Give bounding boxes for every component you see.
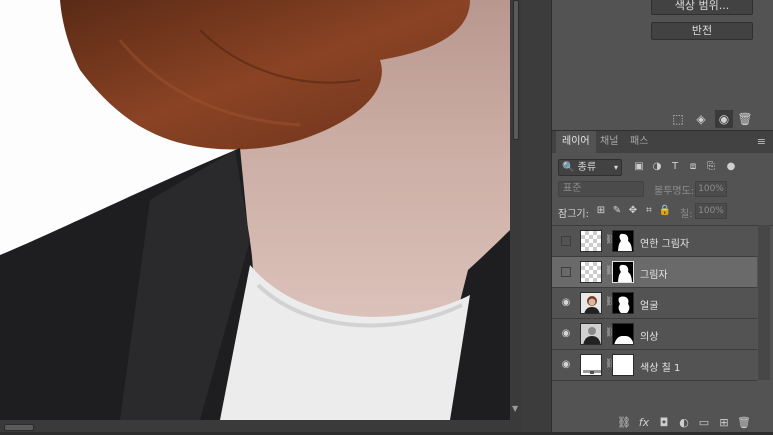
blend-row: 표준 불투명도: 100% [552,181,773,198]
tab-layers[interactable]: 레이어 [556,131,596,153]
right-panel: 색상 범위... 반전 ⬚ ◈ ◉ 🗑 레이어 채널 패스 ≡ 🔍 종류 ▾ ▣… [551,0,773,435]
folder-icon[interactable]: ▭ [696,415,712,431]
panel-tabs: 레이어 채널 패스 ≡ [552,131,773,153]
fill-input[interactable]: 100% [695,203,727,219]
layer-thumbnail [580,230,602,252]
invert-button[interactable]: 반전 [651,22,753,40]
opacity-input[interactable]: 100% [695,181,727,197]
layer-filter-row: 🔍 종류 ▾ ▣ ◑ T ⧈ ⎘ ● [552,159,773,177]
add-mask-icon[interactable]: ◘ [656,415,672,431]
layer-name: 연한 그림자 [640,239,690,250]
layer-thumbnail [580,261,602,283]
layer-row[interactable]: ◉ ⛓ 얼굴 [552,288,757,319]
trash-icon[interactable]: 🗑 [736,415,752,431]
mask-thumbnail[interactable] [612,292,634,314]
eye-icon[interactable]: ◉ [559,357,573,373]
eye-icon[interactable]: ◉ [559,326,573,342]
tab-paths[interactable]: 패스 [624,131,654,153]
lock-label: 잠그기: [558,209,589,220]
mask-thumbnail[interactable] [612,261,634,283]
filter-toggle-icon[interactable]: ● [724,160,738,174]
layer-thumbnail [580,354,602,376]
lock-transparent-icon[interactable]: ⊞ [594,204,608,218]
layer-list: ⛓ 연한 그림자 ⛓ 그림자 ◉ ⛓ 얼굴 ◉ ⛓ 의상 ◉ ⛓ 색상 칠 1 [552,225,773,381]
visibility-toggle[interactable] [559,233,573,249]
eye-icon[interactable]: ◉ [559,295,573,311]
lock-artboard-icon[interactable]: ⌗ [642,204,656,218]
visibility-toggle[interactable] [559,264,573,280]
filter-kind-value: 종류 [577,162,597,173]
layer-name: 색상 칠 1 [640,363,681,374]
adjustment-layer-icon[interactable]: ◐ [676,415,692,431]
blend-mode-select[interactable]: 표준 [558,181,644,197]
fill-label: 칠: [680,209,693,220]
canvas-vertical-scrollbar[interactable]: ▼ [510,0,522,420]
trash-icon[interactable]: 🗑 [736,110,754,128]
layer-row[interactable]: ⛓ 그림자 [552,257,757,288]
scrollbar-thumb[interactable] [4,424,34,431]
layer-list-scrollbar[interactable] [758,225,770,380]
tab-channels[interactable]: 채널 [594,131,624,153]
filter-kind-select[interactable]: 🔍 종류 ▾ [558,159,622,176]
smart-object-filter-icon[interactable]: ⎘ [704,160,718,174]
layer-thumbnail [580,323,602,345]
load-selection-icon[interactable]: ⬚ [669,110,687,128]
mask-thumbnail[interactable] [612,354,634,376]
color-range-button[interactable]: 색상 범위... [651,0,753,15]
layer-name: 얼굴 [640,301,659,312]
mask-tools-row: ⬚ ◈ ◉ 🗑 [552,110,773,128]
layers-bottom-bar: ⛓ fx ◘ ◐ ▭ ⊞ 🗑 [552,415,773,433]
layer-name: 그림자 [640,270,668,281]
fx-icon[interactable]: fx [636,415,652,431]
layer-row[interactable]: ◉ ⛓ 색상 칠 1 [552,350,757,381]
lock-row: 잠그기: ⊞ ✎ ✥ ⌗ 🔒 칠: 100% [552,203,773,221]
lock-position-icon[interactable]: ✥ [626,204,640,218]
layer-row[interactable]: ◉ ⛓ 의상 [552,319,757,350]
scrollbar-thumb[interactable] [513,0,519,140]
new-layer-icon[interactable]: ⊞ [716,415,732,431]
mask-thumbnail[interactable] [612,323,634,345]
chevron-down-icon: ▾ [613,163,618,172]
document-canvas[interactable] [0,0,510,420]
layer-name: 의상 [640,332,659,343]
mask-thumbnail[interactable] [612,230,634,252]
layers-panel: 레이어 채널 패스 ≡ 🔍 종류 ▾ ▣ ◑ T ⧈ ⎘ ● 표준 불투명도: … [552,130,773,435]
adjustment-filter-icon[interactable]: ◑ [650,160,664,174]
pixel-filter-icon[interactable]: ▣ [632,160,646,174]
apply-mask-icon[interactable]: ◈ [692,110,710,128]
panel-dock-gap [522,0,551,435]
layer-row[interactable]: ⛓ 연한 그림자 [552,226,757,257]
link-layers-icon[interactable]: ⛓ [616,415,632,431]
lock-all-icon[interactable]: 🔒 [658,204,672,218]
eye-icon[interactable]: ◉ [715,110,733,128]
search-icon: 🔍 [562,162,575,173]
scroll-down-icon[interactable]: ▼ [512,404,518,413]
layer-thumbnail [580,292,602,314]
shape-filter-icon[interactable]: ⧈ [686,160,700,174]
menu-icon[interactable]: ≡ [757,135,766,148]
lock-brush-icon[interactable]: ✎ [610,204,624,218]
type-filter-icon[interactable]: T [668,160,682,174]
photo-image [0,0,510,420]
opacity-label: 불투명도: [654,186,695,197]
